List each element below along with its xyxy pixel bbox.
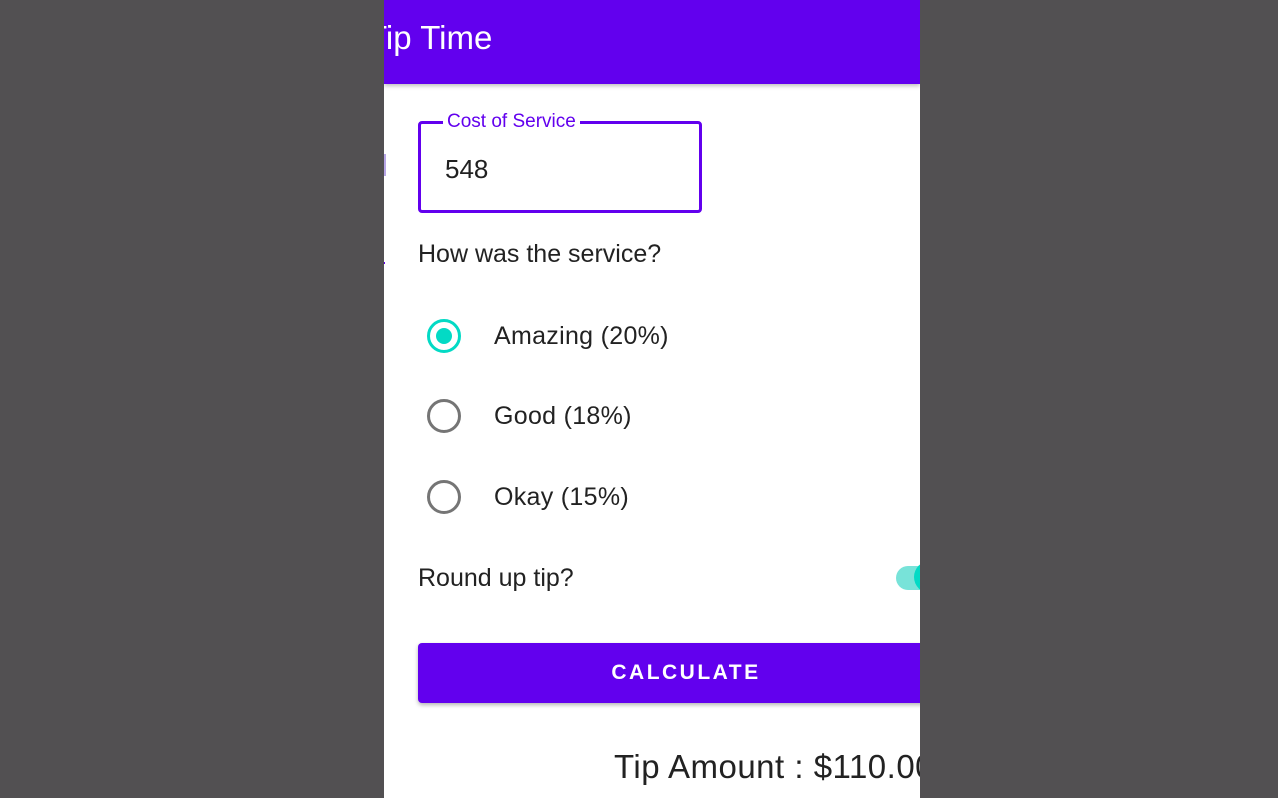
option-good[interactable]: Good (18%) [418, 384, 898, 448]
clipped-edge-marks [384, 150, 388, 270]
calculate-button-label: CALCULATE [611, 661, 761, 684]
radio-checked-icon[interactable] [427, 319, 461, 353]
radio-dot [436, 328, 452, 344]
radio-unchecked-icon[interactable] [427, 399, 461, 433]
service-question: How was the service? [418, 240, 662, 268]
app-title: Tip Time [384, 19, 493, 56]
cost-of-service-input[interactable] [445, 154, 685, 185]
option-label: Okay (15%) [494, 482, 629, 511]
app-screen: Tip Time Cost of Service How was the ser… [384, 0, 920, 798]
round-up-label: Round up tip? [418, 564, 574, 592]
option-label: Amazing (20%) [494, 321, 669, 350]
edge-mark [384, 154, 386, 176]
radio-unchecked-icon[interactable] [427, 480, 461, 514]
cost-of-service-label: Cost of Service [443, 111, 580, 133]
cost-of-service-field[interactable]: Cost of Service [418, 111, 702, 213]
tip-amount-result: Tip Amount : $110.00 [614, 748, 920, 785]
option-label: Good (18%) [494, 401, 632, 430]
edge-mark [384, 248, 385, 264]
option-amazing[interactable]: Amazing (20%) [418, 304, 898, 368]
option-okay[interactable]: Okay (15%) [418, 465, 898, 529]
app-bar: Tip Time [384, 0, 920, 84]
calculate-button[interactable]: CALCULATE [418, 643, 920, 703]
